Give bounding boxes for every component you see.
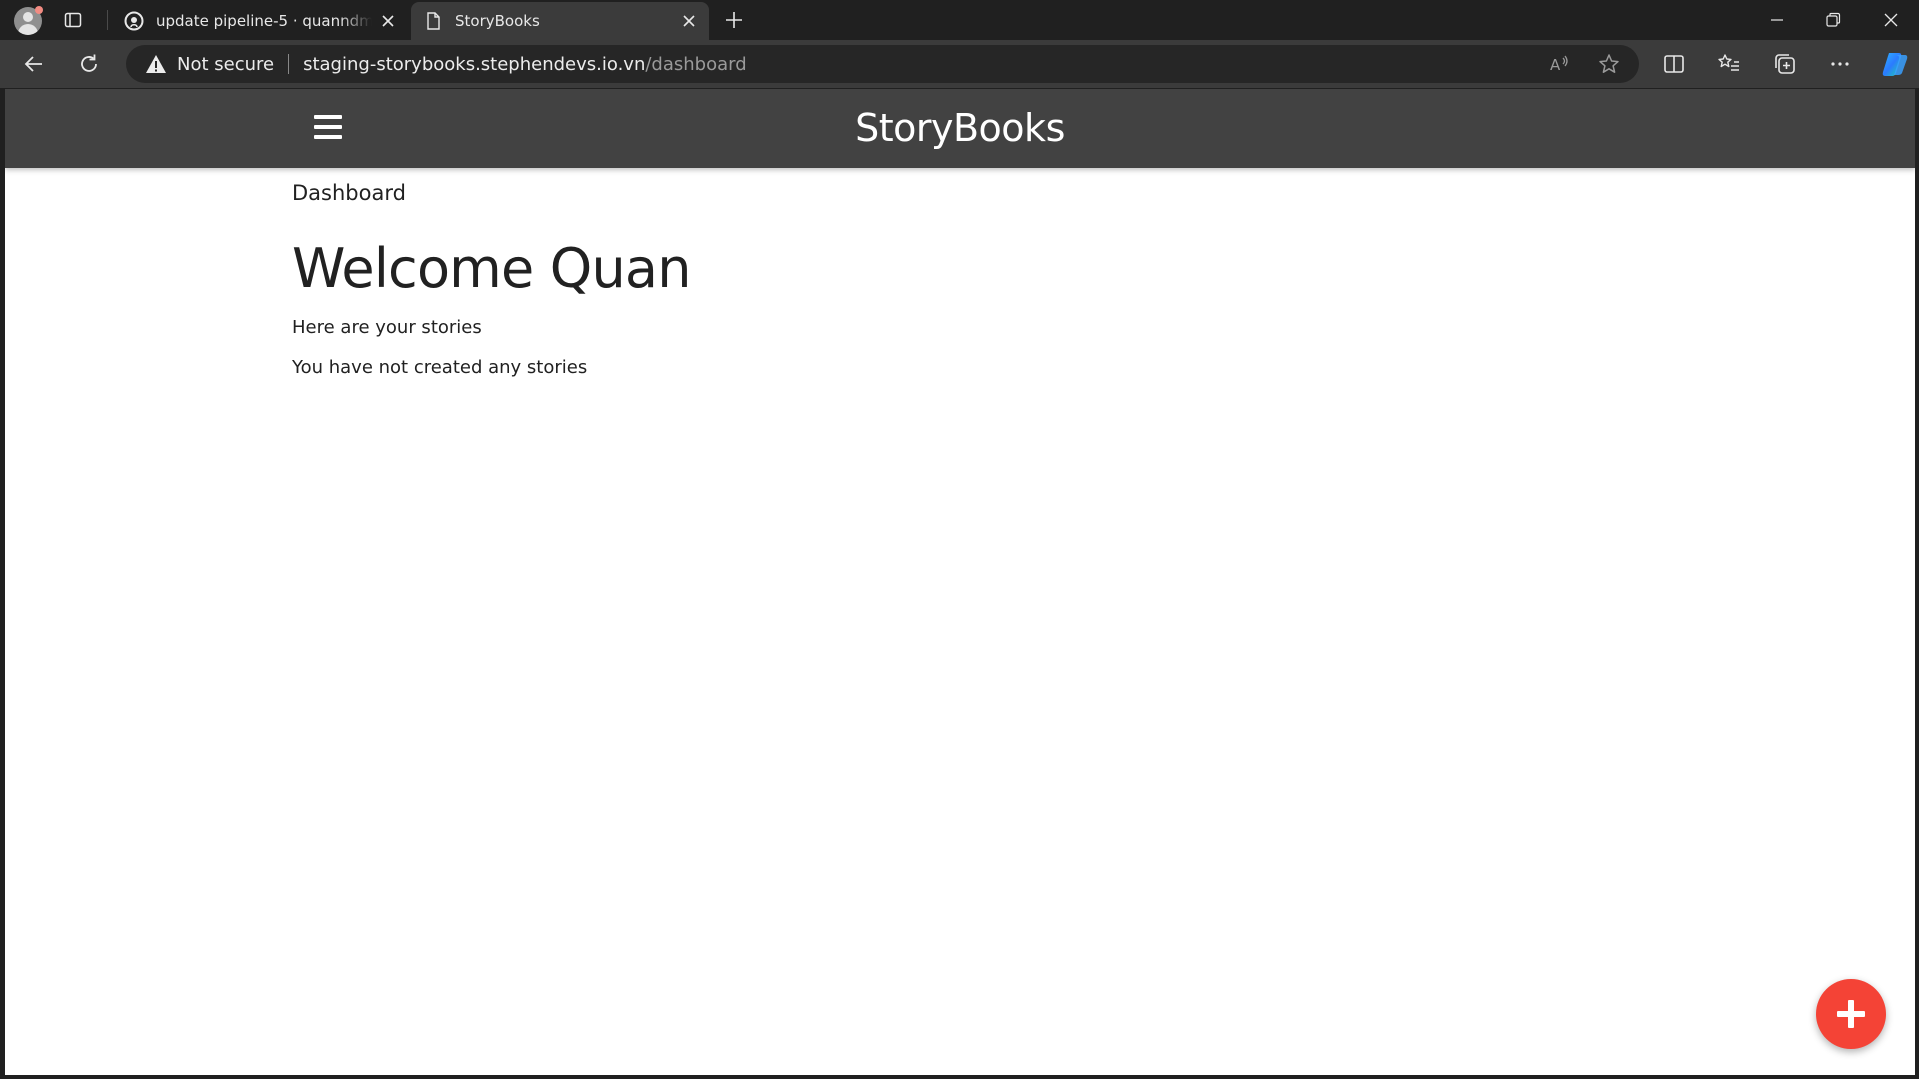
web-page: StoryBooks Dashboard Welcome Quan Here a… (5, 89, 1915, 1075)
brand-logo[interactable]: StoryBooks (5, 103, 1915, 153)
warning-icon[interactable] (145, 53, 167, 75)
minimize-icon[interactable] (1767, 10, 1787, 30)
close-tab-icon[interactable] (681, 13, 697, 29)
dashboard-content: Dashboard Welcome Quan Here are your sto… (292, 179, 1592, 380)
address-bar[interactable]: Not secure staging-storybooks.stephendev… (126, 45, 1639, 83)
favorites-list-icon[interactable] (1717, 52, 1741, 76)
refresh-icon[interactable] (77, 52, 101, 76)
address-divider (288, 54, 290, 74)
restore-icon[interactable] (1823, 10, 1843, 30)
app-navbar: StoryBooks (5, 89, 1915, 168)
svg-text:A: A (1550, 56, 1561, 74)
tab-storybooks[interactable]: StoryBooks (411, 2, 709, 40)
url-path[interactable]: /dashboard (645, 54, 746, 75)
github-icon (124, 11, 144, 31)
close-tab-icon[interactable] (380, 13, 396, 29)
tab-separator (107, 10, 108, 30)
new-tab-icon[interactable] (724, 10, 744, 30)
profile-notification-dot (35, 6, 43, 14)
close-window-icon[interactable] (1881, 10, 1901, 30)
browser-tab-strip: update pipeline-5 · quanndm/de StoryBook… (0, 0, 1919, 40)
add-story-button[interactable] (1816, 979, 1886, 1049)
tab-github[interactable]: update pipeline-5 · quanndm/de (112, 2, 408, 40)
split-screen-icon[interactable] (1662, 52, 1686, 76)
favorite-star-icon[interactable] (1597, 52, 1621, 76)
browser-toolbar: Not secure staging-storybooks.stephendev… (0, 40, 1919, 88)
copilot-icon[interactable] (1880, 49, 1910, 79)
welcome-heading: Welcome Quan (292, 237, 691, 300)
url-host[interactable]: staging-storybooks.stephendevs.io.vn (303, 54, 645, 75)
tab-title: update pipeline-5 · quanndm/de (156, 12, 372, 30)
stories-subheading: Here are your stories (292, 317, 482, 338)
security-label[interactable]: Not secure (177, 54, 274, 75)
read-aloud-icon[interactable]: A (1547, 52, 1571, 76)
empty-stories-message: You have not created any stories (292, 357, 588, 378)
page-breadcrumb: Dashboard (292, 181, 406, 205)
tab-actions-icon[interactable] (64, 11, 82, 29)
tab-title: StoryBooks (455, 12, 540, 30)
more-options-icon[interactable] (1828, 52, 1852, 76)
back-arrow-icon[interactable] (22, 52, 46, 76)
collections-icon[interactable] (1773, 52, 1797, 76)
page-icon (427, 12, 440, 30)
